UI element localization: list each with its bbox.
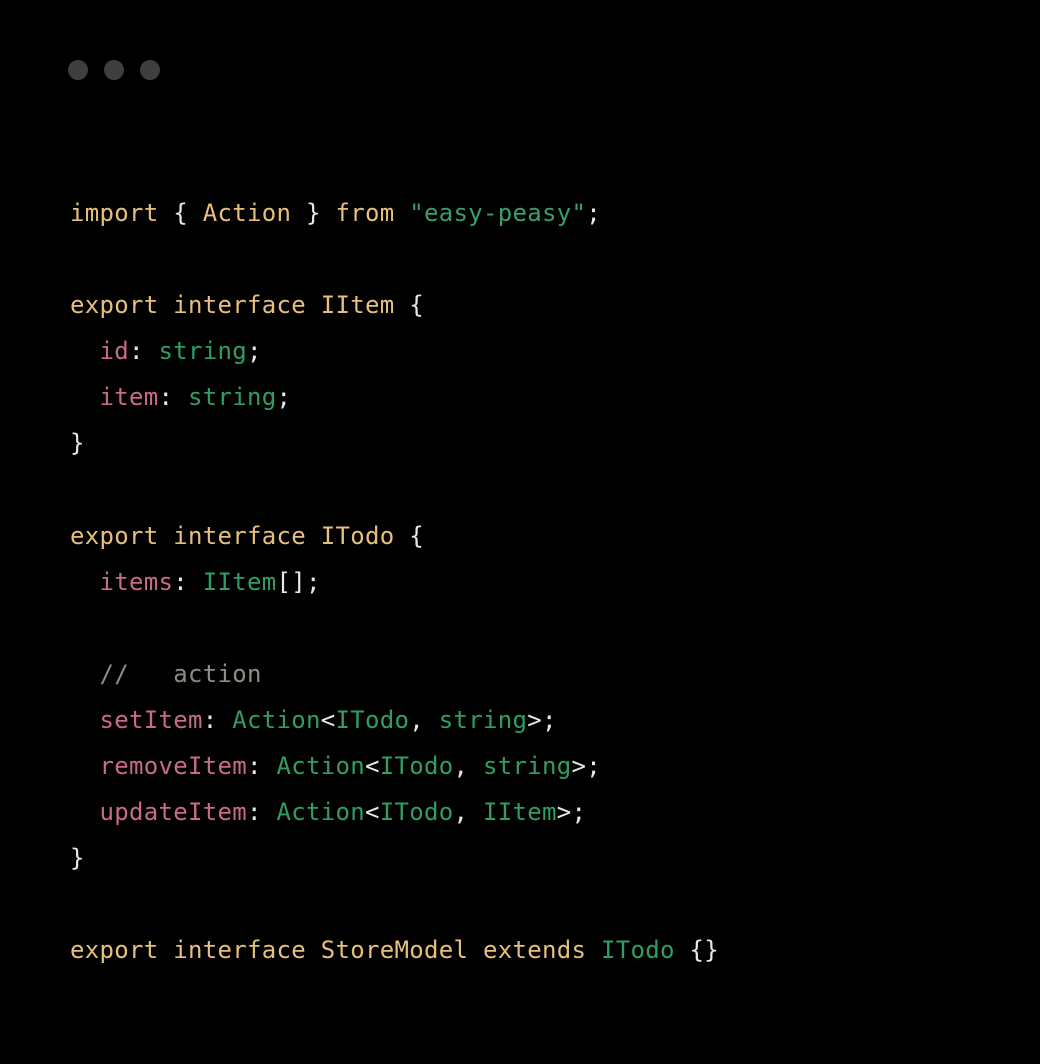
code-line: id: string; xyxy=(70,337,262,365)
code-line: import { Action } from "easy-peasy"; xyxy=(70,199,601,227)
code-token: ; xyxy=(277,383,292,411)
code-token: } xyxy=(70,844,85,872)
code-token: { xyxy=(395,522,425,550)
code-line xyxy=(70,475,85,503)
code-token: id xyxy=(100,337,130,365)
code-token: interface xyxy=(173,936,321,964)
code-token: } xyxy=(291,199,335,227)
code-token: // action xyxy=(100,660,262,688)
code-token xyxy=(70,798,100,826)
code-line xyxy=(70,890,85,918)
code-token: StoreModel xyxy=(321,936,469,964)
close-icon[interactable] xyxy=(68,60,88,80)
editor-window: import { Action } from "easy-peasy"; exp… xyxy=(0,0,1040,1064)
code-token xyxy=(70,706,100,734)
code-token: from xyxy=(336,199,410,227)
code-line: export interface IItem { xyxy=(70,291,424,319)
code-token: , xyxy=(409,706,439,734)
code-token xyxy=(70,337,100,365)
code-token: : xyxy=(247,752,277,780)
code-token: >; xyxy=(527,706,557,734)
code-token: Action xyxy=(232,706,321,734)
code-line: updateItem: Action<ITodo, IItem>; xyxy=(70,798,586,826)
code-token: < xyxy=(321,706,336,734)
code-line: items: IItem[]; xyxy=(70,568,321,596)
code-token: interface xyxy=(173,522,321,550)
code-token: : xyxy=(203,706,233,734)
code-token: { xyxy=(173,199,203,227)
code-token: item xyxy=(100,383,159,411)
code-token: extends xyxy=(468,936,601,964)
code-token: string xyxy=(483,752,572,780)
code-token: Action xyxy=(277,752,366,780)
code-token: setItem xyxy=(100,706,203,734)
code-token: string xyxy=(159,337,248,365)
code-token: IItem xyxy=(203,568,277,596)
code-token: {} xyxy=(675,936,719,964)
code-token xyxy=(70,660,100,688)
code-line: export interface StoreModel extends ITod… xyxy=(70,936,719,964)
code-line: } xyxy=(70,429,85,457)
code-token: : xyxy=(173,568,203,596)
code-token: interface xyxy=(173,291,321,319)
code-token: : xyxy=(247,798,277,826)
code-token: , xyxy=(454,798,484,826)
code-token xyxy=(70,752,100,780)
code-token: items xyxy=(100,568,174,596)
code-token: ITodo xyxy=(380,752,454,780)
code-token: , xyxy=(454,752,484,780)
code-token xyxy=(70,568,100,596)
code-token: export xyxy=(70,522,173,550)
code-token: import xyxy=(70,199,173,227)
code-line: removeItem: Action<ITodo, string>; xyxy=(70,752,601,780)
code-line: setItem: Action<ITodo, string>; xyxy=(70,706,557,734)
code-token: ; xyxy=(247,337,262,365)
code-token: } xyxy=(70,429,85,457)
code-token: >; xyxy=(572,752,602,780)
code-line xyxy=(70,245,85,273)
code-line: item: string; xyxy=(70,383,291,411)
code-token: { xyxy=(395,291,425,319)
code-area[interactable]: import { Action } from "easy-peasy"; exp… xyxy=(0,100,1040,973)
code-token: Action xyxy=(277,798,366,826)
code-line: export interface ITodo { xyxy=(70,522,424,550)
code-token: string xyxy=(439,706,528,734)
maximize-icon[interactable] xyxy=(140,60,160,80)
code-token: ITodo xyxy=(380,798,454,826)
code-token: updateItem xyxy=(100,798,248,826)
code-token: export xyxy=(70,936,173,964)
code-line: } xyxy=(70,844,85,872)
code-token: IItem xyxy=(483,798,557,826)
code-token: : xyxy=(129,337,159,365)
code-token: ITodo xyxy=(336,706,410,734)
code-token: []; xyxy=(277,568,321,596)
code-token: ITodo xyxy=(601,936,675,964)
code-line xyxy=(70,614,85,642)
code-content: import { Action } from "easy-peasy"; exp… xyxy=(70,190,970,973)
code-token: IItem xyxy=(321,291,395,319)
code-line: // action xyxy=(70,660,262,688)
code-token: < xyxy=(365,752,380,780)
code-token: removeItem xyxy=(100,752,248,780)
code-token: ITodo xyxy=(321,522,395,550)
minimize-icon[interactable] xyxy=(104,60,124,80)
code-token: < xyxy=(365,798,380,826)
code-token xyxy=(70,383,100,411)
code-token: : xyxy=(159,383,189,411)
code-token: "easy-peasy" xyxy=(409,199,586,227)
code-token: export xyxy=(70,291,173,319)
code-token: ; xyxy=(586,199,601,227)
code-token: string xyxy=(188,383,277,411)
code-token: >; xyxy=(557,798,587,826)
window-titlebar xyxy=(0,60,1040,100)
code-token: Action xyxy=(203,199,292,227)
